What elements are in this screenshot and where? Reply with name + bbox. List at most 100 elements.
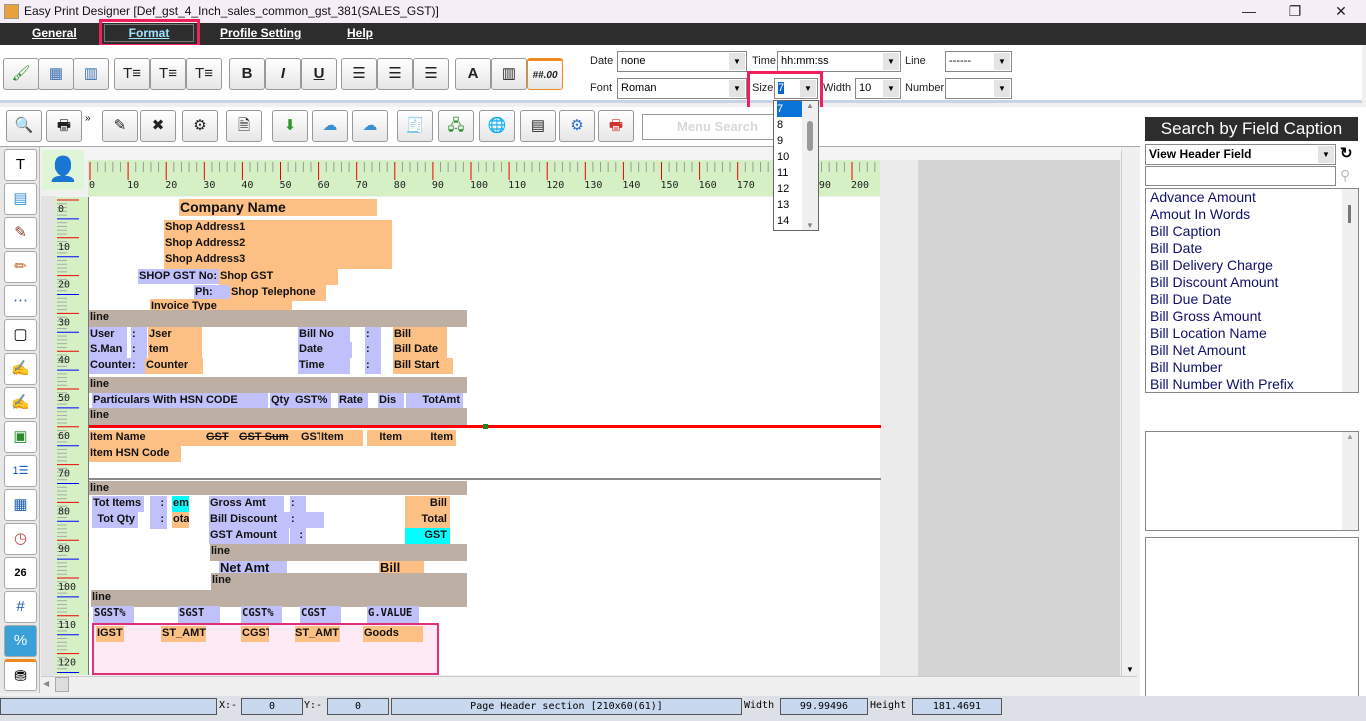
data-field[interactable]: ST_AMT	[295, 626, 340, 642]
delete-layout-icon[interactable]: ✖	[140, 110, 176, 142]
label-field[interactable]: :	[290, 512, 306, 528]
align-center-icon[interactable]: ☰	[377, 58, 413, 90]
size-option[interactable]: 11	[777, 165, 802, 181]
insert-column-icon[interactable]: ▥	[73, 58, 109, 90]
label-field[interactable]: Particulars With HSN CODE	[92, 393, 268, 408]
printer-icon[interactable]: 🖶	[46, 110, 82, 142]
data-field[interactable]: Item Name	[89, 430, 205, 446]
label-field[interactable]: SGST	[178, 606, 220, 623]
edit-columns-icon[interactable]: ✍	[4, 353, 37, 385]
data-field[interactable]: CGST	[241, 626, 269, 642]
italic-button[interactable]: I	[265, 58, 301, 90]
data-field[interactable]: otal	[172, 512, 189, 528]
size-option[interactable]: 10	[777, 149, 802, 165]
label-field[interactable]: Date	[298, 342, 352, 358]
label-field[interactable]: Tot Items	[92, 496, 144, 512]
label-field[interactable]: :	[290, 496, 306, 512]
font-select[interactable]: Roman ▼	[617, 78, 747, 99]
list-item[interactable]: Bill Delivery Charge	[1146, 257, 1358, 274]
data-field[interactable]: GST	[205, 430, 238, 446]
data-field[interactable]: tem	[148, 342, 202, 358]
search-icon[interactable]: ⚲	[1340, 167, 1350, 184]
align-right-icon[interactable]: ☰	[413, 58, 449, 90]
scroll-up-icon[interactable]: ▲	[802, 101, 818, 110]
list-item[interactable]: Advance Amount	[1146, 189, 1358, 206]
scroll-left-icon[interactable]: ◀	[43, 679, 49, 688]
data-field[interactable]: Shop Address3	[164, 252, 392, 269]
label-field[interactable]: :	[131, 342, 147, 358]
label-field[interactable]: Qty	[270, 393, 294, 408]
scroll-thumb[interactable]	[807, 121, 813, 151]
size-option[interactable]: 14	[777, 213, 802, 229]
coins-icon[interactable]: ⛃	[4, 659, 37, 691]
data-field[interactable]: Counter	[145, 358, 203, 374]
data-field[interactable]: Bill	[405, 496, 450, 512]
rectangle-icon[interactable]: ▢	[4, 319, 37, 351]
import-icon[interactable]: ⬇	[272, 110, 308, 142]
cloud-download-icon[interactable]: ☁	[352, 110, 388, 142]
number-select[interactable]: ▼	[945, 78, 1012, 99]
label-field[interactable]: Gross Amt	[209, 496, 284, 512]
data-field[interactable]: Total	[405, 512, 450, 528]
user-refresh-icon[interactable]: 👤	[42, 150, 84, 190]
list-item[interactable]: Bill Due Date	[1146, 291, 1358, 308]
data-field[interactable]: em	[172, 496, 189, 512]
label-field[interactable]: :	[150, 512, 167, 528]
size-select[interactable]: 7 ▼	[774, 78, 818, 99]
label-field[interactable]: SGST%	[93, 606, 134, 623]
number-format-button[interactable]: ##.00	[527, 58, 563, 90]
number-table-icon[interactable]: #	[4, 591, 37, 623]
data-field[interactable]: Item	[320, 430, 363, 446]
list-item[interactable]: Bill Gross Amount	[1146, 308, 1358, 325]
cash-drawer-icon[interactable]: ▤	[520, 110, 556, 142]
receipt-printer-icon[interactable]: 🧾	[397, 110, 433, 142]
label-field[interactable]: :	[365, 342, 381, 358]
line-field[interactable]: line	[89, 481, 467, 495]
section-divider[interactable]	[89, 478, 881, 480]
list-item[interactable]: Bill Net Amount	[1146, 342, 1358, 359]
data-field[interactable]: GST	[405, 528, 450, 544]
menu-profile-setting[interactable]: Profile Setting	[220, 23, 301, 45]
printer-settings-icon[interactable]: ⚙	[182, 110, 218, 142]
add-image-icon[interactable]: ▣	[4, 421, 37, 453]
field-search-input[interactable]	[1145, 166, 1336, 186]
view-field-select[interactable]: View Header Field ▼	[1145, 144, 1336, 165]
line-tool-icon[interactable]: ✎	[4, 217, 37, 249]
label-field[interactable]: :	[131, 327, 147, 343]
line-field[interactable]: line	[211, 573, 467, 590]
list-item[interactable]: Bill Date	[1146, 240, 1358, 257]
size-option[interactable]: 12	[777, 181, 802, 197]
line-field[interactable]: line	[89, 310, 467, 327]
list-item[interactable]: Bill Number With Prefix	[1146, 376, 1358, 392]
barcode-icon[interactable]: ▥	[491, 58, 527, 90]
refresh-icon[interactable]: ↻	[1340, 144, 1353, 162]
label-field[interactable]: :	[290, 528, 306, 544]
data-field[interactable]: Bill Start	[393, 358, 453, 374]
list-item[interactable]: Bill Location Name	[1146, 325, 1358, 342]
label-field[interactable]: GST Amount	[209, 528, 289, 544]
calendar-icon[interactable]: 26	[4, 557, 37, 589]
cloud-upload-icon[interactable]: ☁	[312, 110, 348, 142]
clock-icon[interactable]: ◷	[4, 523, 37, 555]
box-scrollbar[interactable]: ▲	[1342, 432, 1358, 530]
data-field[interactable]: Shop Address2	[164, 236, 392, 252]
table-icon[interactable]: ▦	[4, 489, 37, 521]
maximize-button[interactable]: ❐	[1272, 0, 1318, 23]
edit-document-icon[interactable]: ✍	[4, 387, 37, 419]
line-field[interactable]: line	[91, 590, 467, 607]
data-field[interactable]: Shop GST	[219, 269, 338, 285]
size-option[interactable]: 8	[777, 117, 802, 133]
add-printer-icon[interactable]: ⚙	[559, 110, 595, 142]
dots-icon[interactable]: ⋯	[4, 285, 37, 317]
data-field[interactable]: GST	[300, 430, 320, 446]
globe-icon[interactable]: 🌐	[479, 110, 515, 142]
dropdown-scrollbar[interactable]: ▲ ▼	[802, 101, 818, 230]
scroll-thumb[interactable]	[1348, 205, 1351, 223]
label-field[interactable]: G.VALUE	[367, 606, 419, 623]
data-field[interactable]: Jser	[148, 327, 202, 343]
minimize-button[interactable]: —	[1226, 0, 1272, 23]
underline-button[interactable]: U	[301, 58, 337, 90]
text-left-icon[interactable]: T≡	[114, 58, 150, 90]
list-scrollbar[interactable]	[1342, 189, 1358, 392]
resize-handle[interactable]	[483, 424, 488, 429]
